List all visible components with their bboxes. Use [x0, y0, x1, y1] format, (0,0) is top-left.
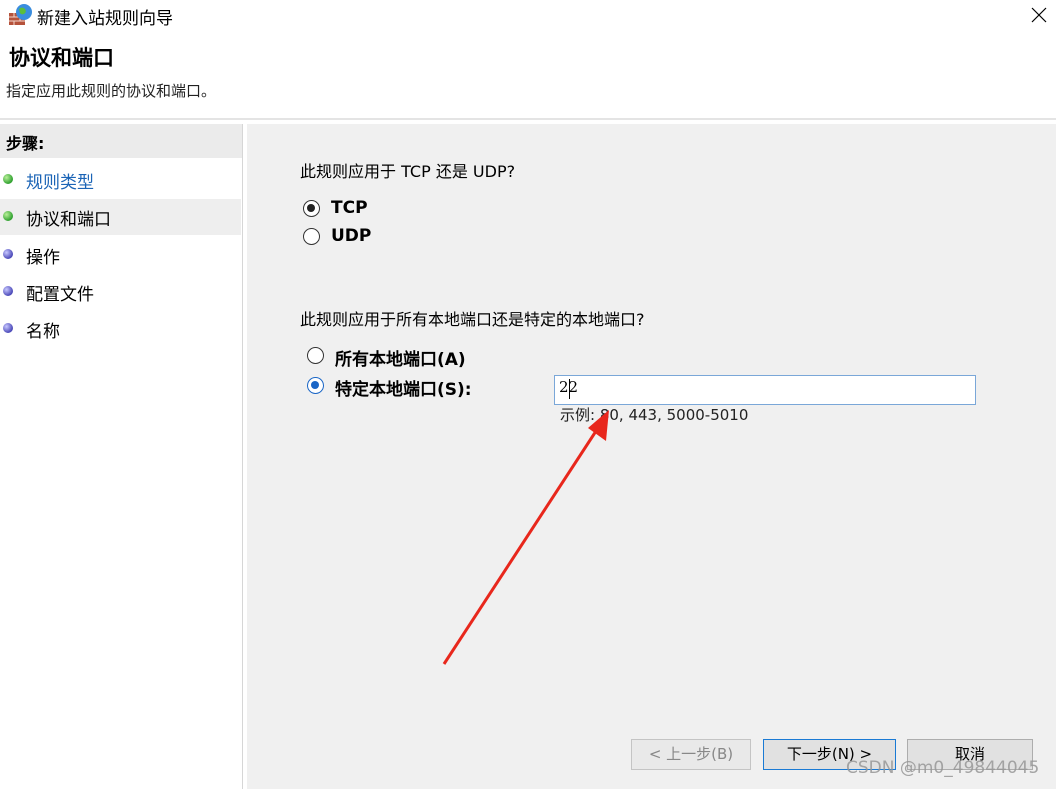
step-label: 名称: [26, 322, 60, 342]
step-complete-icon: [3, 174, 13, 184]
step-complete-icon: [3, 211, 13, 221]
radio-checked-icon: [303, 200, 320, 217]
port-question: 此规则应用于所有本地端口还是特定的本地端口?: [300, 310, 645, 329]
specific-ports-input[interactable]: 22: [554, 375, 976, 405]
text-caret: [569, 379, 570, 399]
header-divider: [0, 118, 1056, 120]
radio-unchecked-icon: [307, 347, 324, 364]
step-name[interactable]: 名称: [0, 311, 241, 347]
steps-header: 步骤:: [0, 124, 242, 158]
port-example-hint: 示例: 80, 443, 5000-5010: [560, 406, 749, 424]
radio-unchecked-icon: [303, 228, 320, 245]
step-protocol-ports[interactable]: 协议和端口: [0, 199, 241, 235]
steps-header-label: 步骤:: [6, 134, 45, 153]
radio-label: 特定本地端口(S):: [335, 380, 472, 400]
step-rule-type[interactable]: 规则类型: [0, 162, 241, 198]
firewall-globe-icon: [8, 3, 34, 27]
step-label: 操作: [26, 248, 60, 268]
step-action[interactable]: 操作: [0, 237, 241, 273]
page-title: 协议和端口: [9, 46, 114, 70]
page-subtitle: 指定应用此规则的协议和端口。: [6, 82, 217, 100]
step-label: 协议和端口: [26, 210, 111, 230]
radio-label: TCP: [331, 198, 368, 218]
back-button[interactable]: < 上一步(B): [631, 739, 751, 770]
radio-label: 所有本地端口(A): [335, 350, 466, 370]
close-icon: [1031, 7, 1047, 23]
step-label: 配置文件: [26, 285, 94, 305]
protocol-question: 此规则应用于 TCP 还是 UDP?: [300, 162, 516, 181]
main-panel: 此规则应用于 TCP 还是 UDP? TCP UDP 此规则应用于所有本地端口还…: [247, 124, 1056, 789]
watermark: CSDN @m0_49844045: [846, 758, 1040, 778]
step-pending-icon: [3, 286, 13, 296]
close-button[interactable]: [1022, 0, 1056, 30]
window-title: 新建入站规则向导: [37, 9, 173, 29]
window-titlebar: 新建入站规则向导: [0, 0, 1056, 30]
radio-checked-icon: [307, 377, 324, 394]
step-pending-icon: [3, 249, 13, 259]
step-profile[interactable]: 配置文件: [0, 274, 241, 310]
steps-sidebar: 步骤: 规则类型 协议和端口 操作 配置文件 名称: [0, 124, 243, 789]
step-label: 规则类型: [26, 173, 94, 193]
radio-label: UDP: [331, 226, 372, 246]
step-pending-icon: [3, 323, 13, 333]
